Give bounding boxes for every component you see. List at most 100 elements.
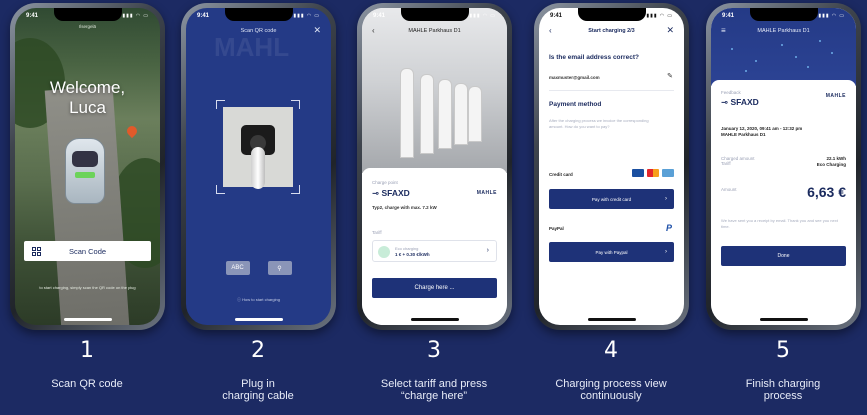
step-label: Scan QR code <box>51 378 123 390</box>
paypal-logo-icon: P <box>665 223 672 233</box>
card-logos <box>632 169 674 177</box>
scan-code-button[interactable]: Scan Code <box>24 241 151 261</box>
screen-title: Start charging 2/3 <box>588 28 635 34</box>
status-bar: 9:41 ▮▮▮ ◠ ▭ <box>197 11 320 21</box>
scan-options: ABC ⚲ <box>186 261 331 275</box>
divider <box>549 90 674 91</box>
status-time: 9:41 <box>550 13 563 19</box>
screen-payment: 9:41 ▮▮▮ ◠ ▭ ‹ Start charging 2/3 ✕ Is th… <box>539 8 684 325</box>
pay-credit-card-button[interactable]: Pay with credit card › <box>549 189 674 209</box>
email-value: maxmuster@gmail.com <box>549 75 600 80</box>
eco-leaf-icon <box>378 246 390 258</box>
qr-code-icon <box>32 246 41 256</box>
signal-icon: ▮▮▮ ◠ ▭ <box>818 13 845 19</box>
pay-paypal-label: Pay with Paypal <box>595 249 628 255</box>
charge-point-sheet: Charge point ⊸ SFAXD MAHLE Typ2, charge … <box>362 168 507 325</box>
signal-icon: ▮▮▮ ◠ ▭ <box>469 13 496 19</box>
manual-entry-button[interactable]: ABC <box>225 261 250 275</box>
chargepoint-code: ⊸ SFAXD <box>721 97 759 107</box>
connector-type: Typ2, charge with max. 7.2 kW <box>372 205 437 210</box>
close-icon[interactable]: ✕ <box>313 25 321 36</box>
welcome-heading: Welcome, Luca <box>49 78 126 117</box>
flashlight-button[interactable]: ⚲ <box>267 261 292 275</box>
phone-2: 9:41 ▮▮▮ ◠ ▭ MAHL Scan QR code ✕ ABC ⚲ ⓘ … <box>181 3 336 330</box>
brand-watermark: MAHL <box>214 32 290 62</box>
tariff-value: Eco Charging <box>816 162 846 167</box>
signal-icon: ▮▮▮ ◠ ▭ <box>293 13 320 19</box>
home-indicator <box>759 318 808 321</box>
car-image <box>65 138 105 204</box>
scan-code-label: Scan Code <box>68 246 107 256</box>
edit-pencil-icon[interactable]: ✎ <box>667 72 673 80</box>
session-date: January 12, 2020, 09:41 am - 12:32 pm MAH… <box>721 126 803 137</box>
step-2: 2 Plug in charging cable <box>178 338 338 402</box>
receipt-card: Feedback ⊸ SFAXD MAHLE January 12, 2020,… <box>711 80 856 325</box>
camera-preview <box>223 107 293 189</box>
visa-icon <box>632 169 644 177</box>
phone-3: 9:41 ▮▮▮ ◠ ▭ ‹ MAHLE Parkhaus D1 Charge p… <box>357 3 512 330</box>
status-time: 9:41 <box>26 13 39 19</box>
chevron-right-icon: › <box>665 196 667 202</box>
signal-icon: ▮▮▮ ◠ ▭ <box>646 13 673 19</box>
location-pin-icon <box>124 123 140 139</box>
amount-value: 6,63 € <box>807 184 846 200</box>
status-time: 9:41 <box>197 13 210 19</box>
step-number: 2 <box>251 338 265 363</box>
scan-hint: to start charging, simply scan the QR co… <box>39 285 136 290</box>
chevron-right-icon: › <box>665 249 667 255</box>
status-bar: 9:41 ▮▮▮ ◠ ▭ <box>26 11 149 21</box>
step-label: Select tariff and press “charge here” <box>380 378 488 402</box>
screen-title: MAHLE Parkhaus D1 <box>757 28 810 34</box>
chargepoint-label: Charge point <box>372 180 398 185</box>
credit-card-label: Credit card <box>549 172 573 177</box>
step-label: Charging process view continuously <box>555 378 667 402</box>
chargepoint-code: ⊸ SFAXD <box>372 188 410 198</box>
step-number: 4 <box>604 338 618 363</box>
pay-paypal-button[interactable]: Pay with Paypal › <box>549 242 674 262</box>
phone-5: 9:41 ▮▮▮ ◠ ▭ ≡ MAHLE Parkhaus D1 Feedback… <box>706 3 861 330</box>
step-3: 3 Select tariff and press “charge here” <box>354 338 514 402</box>
chevron-right-icon: › <box>486 247 489 254</box>
email-question: Is the email address correct? <box>549 54 639 61</box>
top-caption: Ilsergelä <box>78 24 96 29</box>
step-number: 5 <box>776 338 790 363</box>
step-4: 4 Charging process view continuously <box>531 338 691 402</box>
home-indicator <box>587 318 636 321</box>
status-bar: 9:41 ▮▮▮ ◠ ▭ <box>550 11 673 21</box>
home-indicator <box>234 318 283 321</box>
feedback-label: Feedback <box>721 90 741 95</box>
payment-method-title: Payment method <box>549 101 602 108</box>
how-to-link[interactable]: ⓘ How to start charging <box>186 297 331 303</box>
charge-here-button[interactable]: Charge here ... <box>372 278 497 298</box>
tariff-label: Tariff <box>721 161 731 166</box>
status-bar: 9:41 ▮▮▮ ◠ ▭ <box>722 11 845 21</box>
step-number: 1 <box>80 338 94 363</box>
screen-select-tariff: 9:41 ▮▮▮ ◠ ▭ ‹ MAHLE Parkhaus D1 Charge p… <box>362 8 507 325</box>
home-indicator <box>410 318 459 321</box>
brand-logo: MAHLE <box>476 190 497 196</box>
brand-logo: MAHLE <box>825 93 846 99</box>
status-time: 9:41 <box>373 13 386 19</box>
step-label: Finish charging process <box>745 378 821 402</box>
status-bar: 9:41 ▮▮▮ ◠ ▭ <box>373 11 496 21</box>
signal-icon: ▮▮▮ ◠ ▭ <box>122 13 149 19</box>
tariff-label: Tariff <box>372 230 382 235</box>
amex-icon <box>662 169 674 177</box>
mastercard-icon <box>647 169 659 177</box>
charged-row: Charged amount Tariff 22.1 kWh Eco Chargin… <box>721 156 846 168</box>
amount-label: Amount <box>721 187 737 192</box>
screen-title: Scan QR code <box>240 28 277 34</box>
pay-credit-card-label: Pay with credit card <box>591 196 632 202</box>
close-icon[interactable]: ✕ <box>666 25 674 36</box>
done-button[interactable]: Done <box>721 246 846 266</box>
paypal-label: PayPal <box>549 226 564 231</box>
payment-description: After the charging process we invoice th… <box>549 118 649 129</box>
phone-1: 9:41 ▮▮▮ ◠ ▭ Ilsergelä Welcome, Luca Scan… <box>10 3 165 330</box>
tariff-name: Eco charging <box>395 246 419 251</box>
status-time: 9:41 <box>722 13 735 19</box>
phone-4: 9:41 ▮▮▮ ◠ ▭ ‹ Start charging 2/3 ✕ Is th… <box>534 3 689 330</box>
screen-scan-qr: 9:41 ▮▮▮ ◠ ▭ MAHL Scan QR code ✕ ABC ⚲ ⓘ … <box>186 8 331 325</box>
how-to-label: How to start charging <box>242 297 280 302</box>
screen-welcome: 9:41 ▮▮▮ ◠ ▭ Ilsergelä Welcome, Luca Scan… <box>15 8 160 325</box>
tariff-selector[interactable]: Eco charging 1 € + 0.30 €/kWh › <box>372 240 497 262</box>
